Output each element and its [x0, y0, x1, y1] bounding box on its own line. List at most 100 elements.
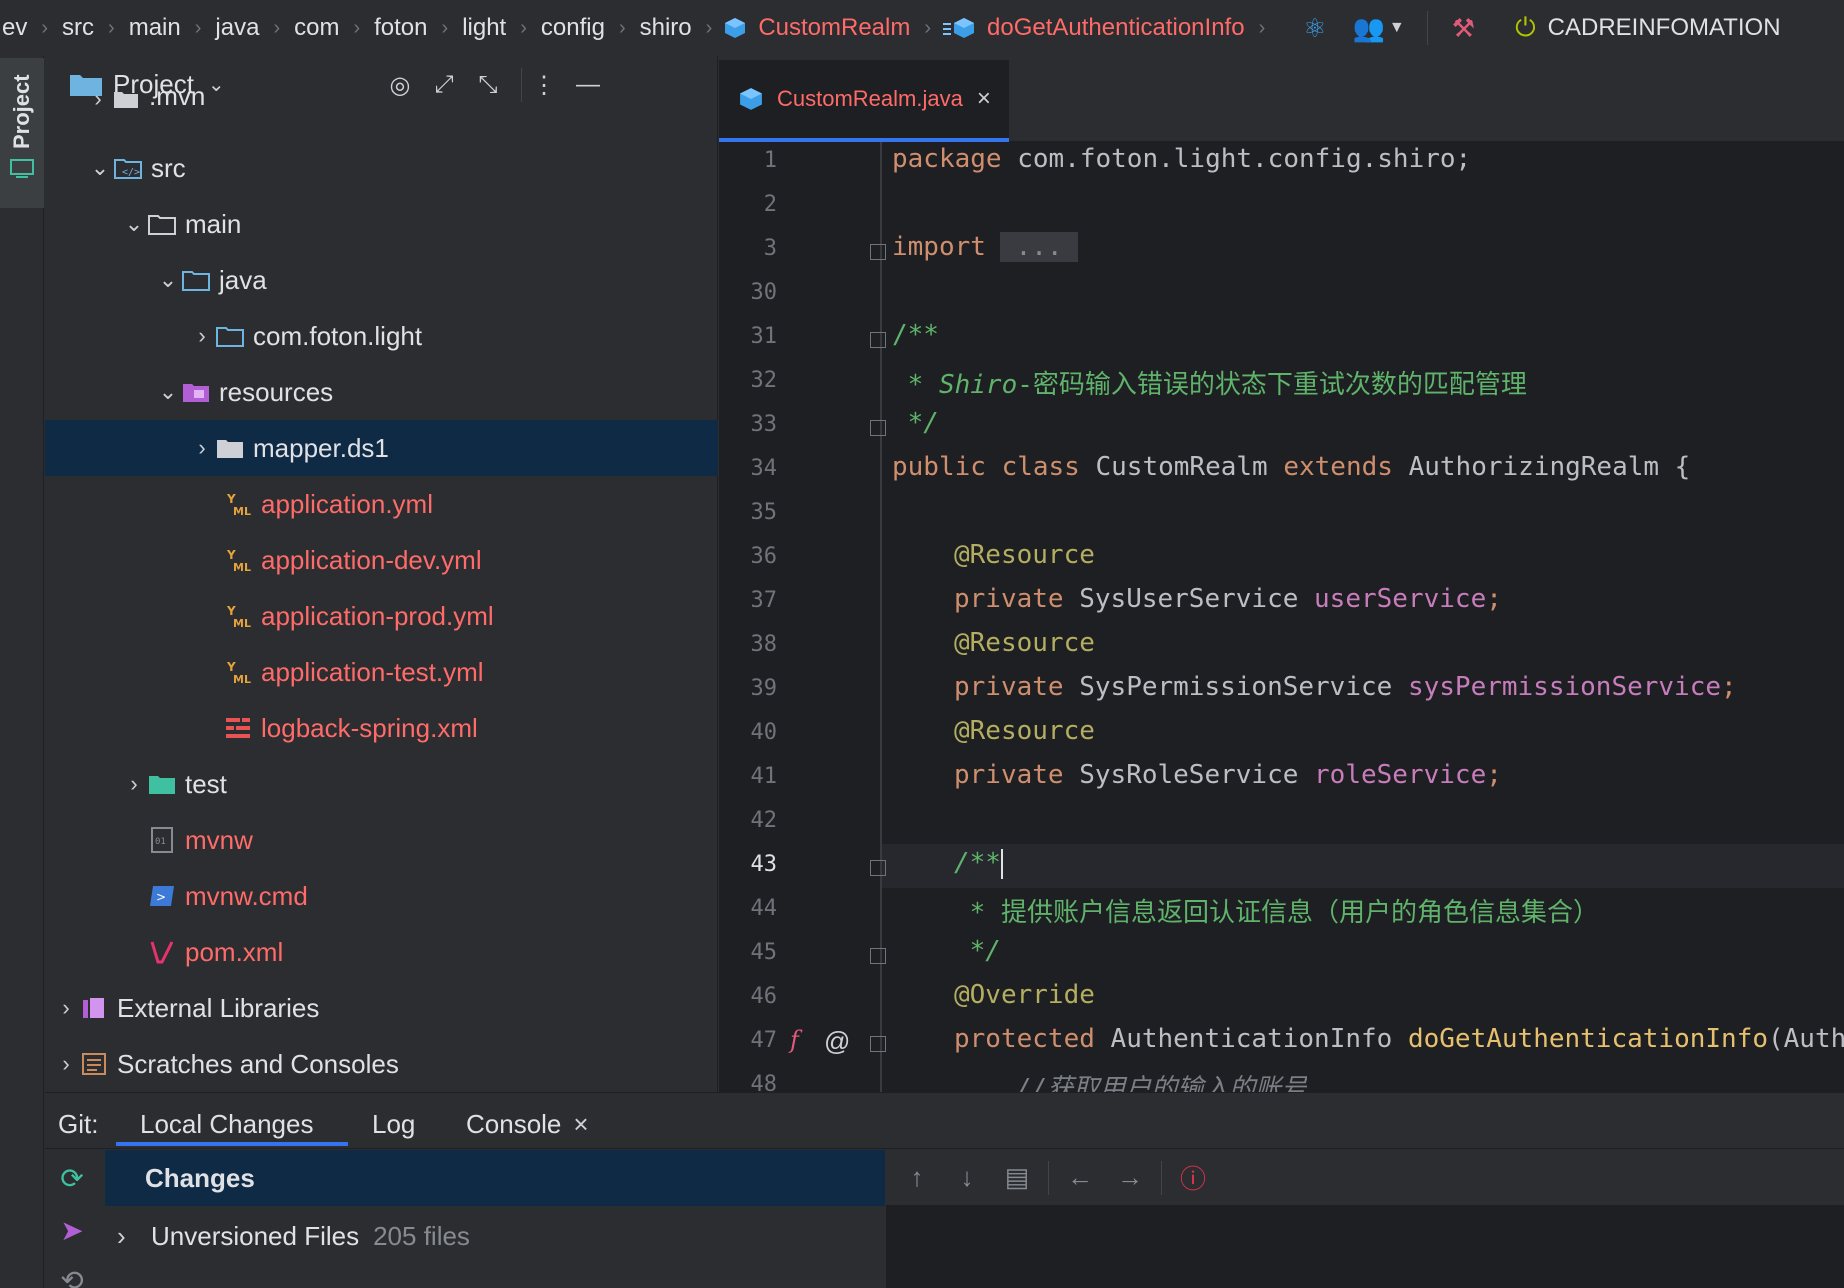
test-folder-icon: [147, 771, 177, 797]
fold-end-icon[interactable]: [870, 420, 886, 436]
tree-item-src[interactable]: ⌄ </> src: [45, 140, 718, 196]
chevron-right-icon: ›: [273, 16, 281, 39]
tree-item-logback-xml[interactable]: logback-spring.xml: [45, 700, 718, 756]
arrow-up-icon[interactable]: ↑: [892, 1162, 942, 1193]
run-configuration[interactable]: ⏻ CADREINFOMATION: [1515, 12, 1780, 44]
chevron-right-icon: ›: [117, 1220, 126, 1251]
history-icon[interactable]: ⟲: [52, 1264, 92, 1288]
tree-item-pom-xml[interactable]: pom.xml: [45, 924, 718, 980]
svg-text:Y: Y: [226, 660, 236, 674]
tree-item-application-dev-yml[interactable]: Y ML application-dev.yml: [45, 532, 718, 588]
close-icon[interactable]: ×: [573, 1109, 588, 1140]
arrow-left-icon[interactable]: ←: [1055, 1162, 1105, 1193]
library-icon: [79, 995, 109, 1021]
edit-source-icon[interactable]: ▤: [992, 1162, 1042, 1193]
svg-text:ML: ML: [233, 673, 251, 685]
chevron-right-icon: ›: [1258, 16, 1266, 39]
yaml-file-icon: Y ML: [223, 603, 253, 629]
tree-item-package[interactable]: › com.foton.light: [45, 308, 718, 364]
help-icon[interactable]: ⓘ: [1168, 1159, 1218, 1196]
tree-item-application-yml[interactable]: Y ML application.yml: [45, 476, 718, 532]
refresh-icon[interactable]: ⟳: [52, 1162, 92, 1195]
tab-log[interactable]: Log: [372, 1104, 415, 1144]
code-line-37: private SysUserService userService;: [954, 584, 1502, 614]
folded-imports[interactable]: ...: [999, 232, 1079, 262]
svg-text:ML: ML: [233, 617, 251, 629]
breadcrumb-item[interactable]: foton: [372, 14, 429, 42]
commit-icon[interactable]: ➤: [52, 1214, 92, 1247]
close-icon[interactable]: ×: [977, 85, 991, 113]
implements-method-icon[interactable]: f: [790, 1026, 799, 1054]
breadcrumb-item[interactable]: java: [213, 14, 261, 42]
arrow-right-icon[interactable]: →: [1105, 1162, 1155, 1193]
breadcrumb-item[interactable]: config: [539, 14, 607, 42]
chevron-right-icon: ›: [194, 16, 202, 39]
breadcrumb-item[interactable]: shiro: [638, 14, 694, 42]
editor-tab-customrealm[interactable]: CustomRealm.java ×: [719, 60, 1009, 142]
line-number: 45: [750, 940, 778, 965]
tree-item-test[interactable]: › test: [45, 756, 718, 812]
tree-item-application-prod-yml[interactable]: Y ML application-prod.yml: [45, 588, 718, 644]
line-number: 38: [750, 632, 778, 657]
hammer-icon[interactable]: ⚒: [1452, 13, 1475, 44]
changes-group[interactable]: Changes: [105, 1150, 885, 1206]
code-line-40: @Resource: [954, 716, 1095, 746]
breadcrumb-item[interactable]: main: [127, 14, 183, 42]
chevron-down-icon: ⌄: [90, 155, 110, 180]
fold-expand-icon[interactable]: [870, 244, 886, 260]
class-icon: [725, 18, 746, 38]
breadcrumb-item[interactable]: ev: [0, 14, 29, 42]
fold-collapse-icon[interactable]: [870, 332, 886, 348]
navigation-bar: ev › src › main › java › com › foton › l…: [0, 0, 1844, 56]
tree-item-external-libraries[interactable]: › External Libraries: [45, 980, 718, 1036]
tab-local-changes[interactable]: Local Changes: [140, 1104, 313, 1144]
code-line-34: public class CustomRealm extends Authori…: [892, 452, 1691, 482]
maven-icon: [147, 939, 177, 965]
annotation-gutter-icon[interactable]: @: [824, 1026, 850, 1057]
arrow-down-icon[interactable]: ↓: [942, 1162, 992, 1193]
folder-icon: [111, 86, 141, 112]
tree-item-application-test-yml[interactable]: Y ML application-test.yml: [45, 644, 718, 700]
chevron-down-icon: ⌄: [124, 211, 144, 236]
code-line-36: @Resource: [954, 540, 1095, 570]
method-icon: [943, 18, 975, 38]
tree-item-java[interactable]: ⌄ java: [45, 252, 718, 308]
unversioned-files-group[interactable]: › Unversioned Files 205 files: [105, 1208, 885, 1264]
breadcrumb-item[interactable]: light: [460, 14, 508, 42]
tree-item-mvnw[interactable]: 01 mvnw: [45, 812, 718, 868]
folder-icon: [215, 435, 245, 461]
tree-item-scratches[interactable]: › Scratches and Consoles: [45, 1036, 718, 1092]
line-number: 41: [750, 764, 778, 789]
chevron-down-icon: ⌄: [158, 379, 178, 404]
line-number: 48: [750, 1072, 778, 1092]
tree-item-mapper[interactable]: › mapper.ds1: [45, 420, 718, 476]
breadcrumb-method[interactable]: doGetAuthenticationInfo: [943, 14, 1247, 42]
yaml-file-icon: Y ML: [223, 547, 253, 573]
yaml-file-icon: Y ML: [223, 491, 253, 517]
tree-item-resources[interactable]: ⌄ resources: [45, 364, 718, 420]
current-line-highlight: [880, 844, 1844, 888]
breadcrumb-class[interactable]: CustomRealm: [724, 14, 912, 42]
code-line-33: */: [892, 408, 939, 438]
code-editor[interactable]: [719, 56, 1844, 1092]
yaml-file-icon: Y ML: [223, 659, 253, 685]
tree-item-mvnw-cmd[interactable]: > mvnw.cmd: [45, 868, 718, 924]
atom-icon[interactable]: ⚛: [1303, 13, 1326, 44]
code-line-38: @Resource: [954, 628, 1095, 658]
code-line-45: */: [954, 936, 1001, 966]
tab-console[interactable]: Console ×: [466, 1104, 589, 1144]
line-number: 30: [750, 280, 778, 305]
code-line-31: /**: [892, 320, 939, 350]
binary-file-icon: 01: [147, 827, 177, 853]
toolbar-divider: [1426, 11, 1428, 45]
line-number-current: 43: [750, 852, 778, 877]
fold-collapse-icon[interactable]: [870, 1036, 886, 1052]
fold-end-icon[interactable]: [870, 948, 886, 964]
line-number: 3: [763, 236, 777, 261]
breadcrumb-item[interactable]: com: [292, 14, 341, 42]
tree-item-mvn[interactable]: › .mvn: [45, 80, 718, 112]
fold-collapse-icon[interactable]: [870, 860, 886, 876]
breadcrumb-item[interactable]: src: [60, 14, 96, 42]
users-icon[interactable]: 👥 ▼: [1353, 13, 1405, 44]
tree-item-main[interactable]: ⌄ main: [45, 196, 718, 252]
